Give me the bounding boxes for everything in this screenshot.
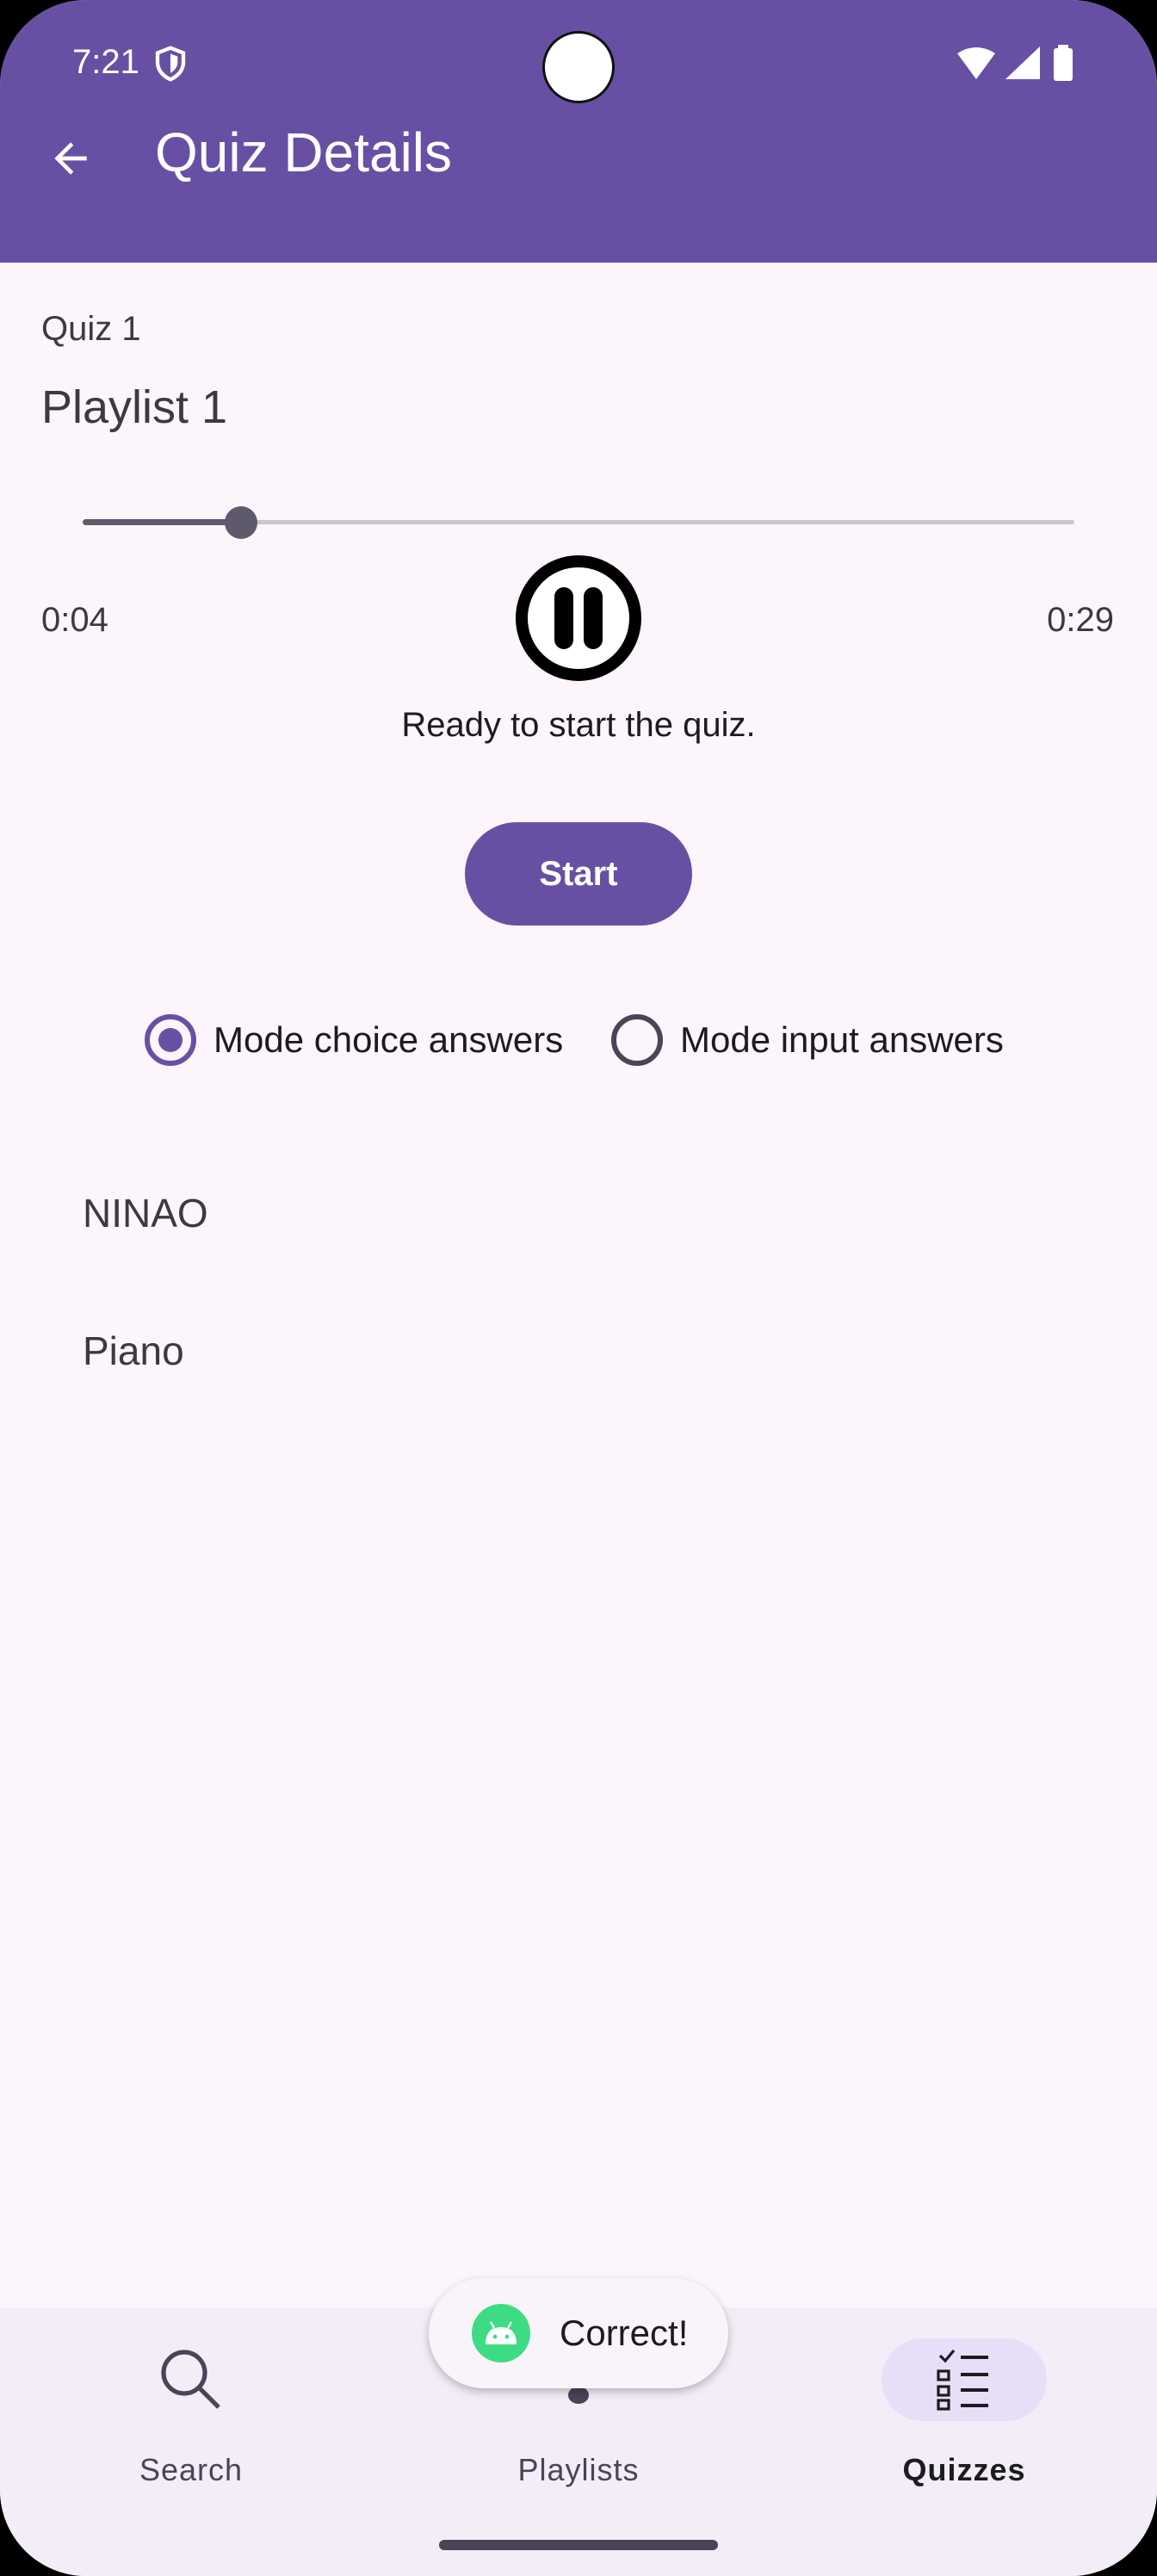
wifi-icon	[957, 47, 995, 79]
mode-input-option[interactable]: Mode input answers	[611, 1012, 1004, 1068]
search-icon	[108, 2338, 274, 2421]
slider-thumb[interactable]	[225, 506, 258, 539]
nav-item-search[interactable]: Search	[53, 2338, 329, 2511]
nav-label-playlists: Playlists	[517, 2452, 640, 2487]
app-screen: 7:21 Quiz Details Quiz 1 Playlist 1 0:04	[0, 0, 1157, 2576]
signal-icon	[1005, 46, 1040, 79]
nav-item-quizzes[interactable]: Quizzes	[826, 2338, 1102, 2511]
toast-message: Correct!	[560, 2313, 689, 2353]
nav-label-search: Search	[139, 2452, 244, 2487]
battery-icon	[1054, 48, 1073, 81]
android-icon	[472, 2304, 530, 2362]
mode-choice-radio[interactable]	[145, 1014, 196, 1066]
shield-icon	[155, 46, 186, 82]
mode-choice-option[interactable]: Mode choice answers	[145, 1012, 563, 1068]
playback-slider[interactable]	[83, 505, 1074, 539]
mode-input-label: Mode input answers	[680, 1019, 1004, 1060]
top-app-bar: 7:21 Quiz Details	[0, 0, 1157, 263]
nav-label-quizzes: Quizzes	[902, 2452, 1026, 2487]
toast: Correct!	[429, 2278, 728, 2388]
elapsed-time: 0:04	[41, 601, 108, 639]
quiz-status-message: Ready to start the quiz.	[401, 706, 756, 744]
start-button[interactable]: Start	[465, 822, 692, 926]
pause-button[interactable]	[515, 554, 642, 682]
camera-cutout	[542, 31, 615, 103]
answer-option[interactable]: Piano	[83, 1328, 184, 1374]
home-indicator[interactable]	[439, 2540, 718, 2550]
total-duration: 0:29	[1047, 601, 1114, 639]
mode-choice-label: Mode choice answers	[213, 1019, 564, 1060]
quiz-name: Quiz 1	[41, 310, 141, 348]
status-icons	[957, 45, 1073, 81]
answer-option[interactable]: NINAO	[83, 1190, 208, 1236]
quizzes-icon	[882, 2338, 1047, 2421]
mode-input-radio[interactable]	[611, 1014, 663, 1066]
slider-progress	[83, 519, 242, 525]
status-time: 7:21	[72, 43, 139, 81]
arrow-back-icon	[54, 142, 87, 175]
back-button[interactable]	[40, 127, 102, 189]
page-title: Quiz Details	[155, 121, 452, 183]
playlist-name: Playlist 1	[41, 381, 228, 433]
